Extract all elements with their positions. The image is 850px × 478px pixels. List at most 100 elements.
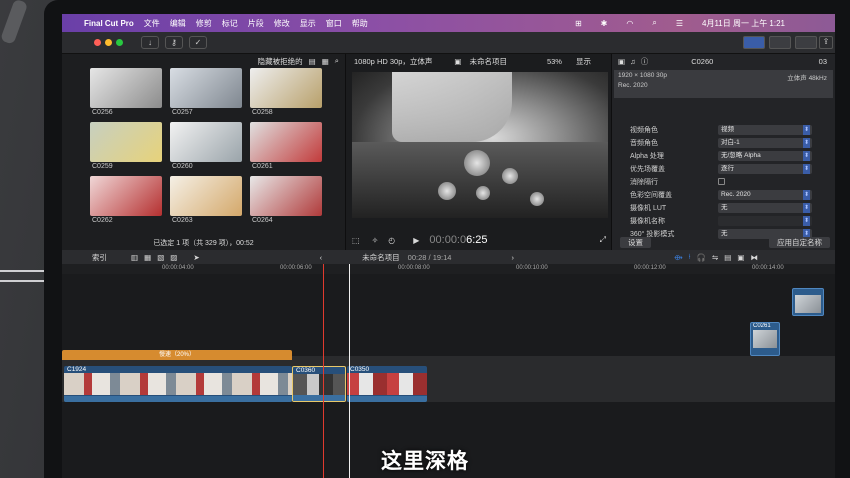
select-tool-icon[interactable]: ➤ (193, 253, 199, 262)
inspector-row-dropdown[interactable]: 对白-1 (718, 138, 812, 148)
info-icon[interactable]: ▣ (618, 57, 625, 66)
menu-view[interactable]: 显示 (300, 18, 316, 29)
browser-clip-label: C0262 (92, 217, 113, 224)
grid-icon[interactable]: ▦ (322, 57, 329, 66)
connected-clip-far[interactable] (792, 288, 824, 316)
play-icon[interactable]: ▶ (413, 236, 419, 245)
share-button[interactable]: ⇪ (819, 36, 833, 49)
transitions-browser-icon[interactable]: ⧓ (750, 253, 758, 262)
bluetooth-icon[interactable]: ✱ (601, 19, 608, 28)
keywords-button[interactable]: ⚷ (165, 36, 183, 49)
timeline-toggle[interactable] (769, 36, 791, 49)
viewer-panel: 1080p HD 30p，立体声 ▣ 未命名项目 53% 显示 ⬚ ✧ ◴ ▶ … (345, 54, 611, 250)
inspector-row: 优先场覆盖 逐行 (612, 163, 835, 175)
audio-icon[interactable]: ♫ (630, 57, 636, 66)
inspector-row: 摄像机 LUT 无 (612, 202, 835, 214)
enhance-tool-icon[interactable]: ✧ (372, 236, 379, 245)
timeline-clip[interactable]: C0350 (347, 366, 427, 402)
menu-trim[interactable]: 修剪 (196, 18, 212, 29)
edit-overwrite-icon[interactable]: ▦ (144, 253, 151, 262)
close-window-icon[interactable] (94, 39, 101, 46)
snapping-icon[interactable]: ⇋ (712, 253, 718, 262)
inspector-row-dropdown[interactable]: Rec. 2020 (718, 190, 812, 200)
timeline-clip-selected[interactable]: C0360 (292, 366, 346, 402)
clip-appearance-icon[interactable]: ▥ (131, 253, 138, 262)
menu-edit[interactable]: 编辑 (170, 18, 186, 29)
timeline-position: 00:28 / 19:14 (407, 252, 452, 262)
browser-clip-thumbnail[interactable] (170, 122, 242, 162)
video-subtitle: 这里深格 (381, 450, 469, 473)
inspector-row-dropdown[interactable]: 视频 (718, 125, 812, 135)
browser-clip-thumbnail[interactable] (170, 176, 242, 216)
settings-button[interactable]: 设置 (620, 236, 651, 248)
ruler-tick-label: 00:00:06:00 (280, 265, 312, 271)
transform-tool-icon[interactable]: ⬚ (352, 236, 360, 245)
browser-clip-thumbnail[interactable] (250, 176, 322, 216)
fullscreen-icon[interactable]: ⤢ (600, 235, 606, 245)
timeline-back-icon[interactable]: ‹ (320, 253, 323, 262)
workspace-toggles (743, 36, 817, 49)
timeline-forward-icon[interactable]: › (511, 253, 514, 262)
wifi-icon[interactable]: ◠ (626, 19, 633, 28)
background-tasks-button[interactable]: ✓ (189, 36, 207, 49)
clip-name: C0261 (753, 323, 771, 329)
browser-clip-thumbnail[interactable] (250, 68, 322, 108)
skimming-icon[interactable]: ⟴ (674, 253, 683, 262)
browser-clip-thumbnail[interactable] (90, 68, 162, 108)
zoom-dropdown[interactable]: 53% (547, 57, 562, 66)
browser-toggle[interactable] (743, 36, 765, 49)
clip-filter-dropdown[interactable]: 隐藏被拒绝的 (258, 56, 303, 67)
search-icon[interactable]: ⌕ (652, 18, 656, 28)
clip-appearance-menu-icon[interactable]: ▤ (724, 253, 731, 262)
info-tab-icon[interactable]: ⓘ (641, 56, 649, 67)
minimize-window-icon[interactable] (105, 39, 112, 46)
menu-help[interactable]: 帮助 (352, 18, 368, 29)
edit-insert-icon[interactable]: ▨ (170, 253, 177, 262)
index-button[interactable]: 索引 (92, 252, 107, 263)
timeline-ruler[interactable]: 00:00:04:00 00:00:06:00 00:00:08:00 00:00:1… (62, 264, 835, 274)
menu-clip[interactable]: 片段 (248, 18, 264, 29)
inspector-row-dropdown[interactable]: 逐行 (718, 164, 812, 174)
filmstrip-icon[interactable]: ▤ (309, 57, 316, 66)
inspector-row-dropdown[interactable]: 无/忽略 Alpha (718, 151, 812, 161)
menu-modify[interactable]: 修改 (274, 18, 290, 29)
browser-clip-thumbnail[interactable] (90, 122, 162, 162)
inspector-row-label: 消除隔行 (630, 179, 658, 186)
menu-window[interactable]: 窗口 (326, 18, 342, 29)
browser-clip-label: C0258 (252, 109, 273, 116)
menu-file[interactable]: 文件 (144, 18, 160, 29)
ruler-tick-label: 00:00:14:00 (752, 265, 784, 271)
browser-clip-thumbnail[interactable] (250, 122, 322, 162)
timeline-header: 索引 ▥ ▦ ▧ ▨ ➤ ‹ 未命名项目 00:28 / 19:14 › ⟴ ⍿… (62, 250, 835, 264)
connected-clip[interactable]: C0261 (750, 322, 780, 356)
input-icon[interactable]: ⊞ (575, 19, 582, 28)
apply-custom-name-button[interactable]: 应用自定名称 (769, 236, 830, 248)
inspector-row-field[interactable] (718, 216, 812, 226)
inspector-row-dropdown[interactable]: 无 (718, 203, 812, 213)
speed-tool-icon[interactable]: ◴ (388, 236, 395, 245)
inspector-row: 摄像机名称 (612, 215, 835, 227)
timeline-clip[interactable]: C1924 (64, 366, 292, 402)
import-button[interactable]: ↓ (141, 36, 159, 49)
deinterlace-checkbox[interactable] (718, 178, 725, 185)
zoom-window-icon[interactable] (116, 39, 123, 46)
effects-browser-icon[interactable]: ▣ (737, 253, 744, 262)
inspector-row-label: 摄像机 LUT (630, 205, 667, 212)
browser-clip-thumbnail[interactable] (90, 176, 162, 216)
menu-mark[interactable]: 标记 (222, 18, 238, 29)
edit-append-icon[interactable]: ▧ (157, 253, 164, 262)
inspector-toggle[interactable] (795, 36, 817, 49)
menu-clock[interactable]: 4月11日 周一 上午 1:21 (702, 18, 785, 29)
display-dropdown[interactable]: 显示 (576, 56, 591, 67)
retime-bar[interactable]: 慢速（20%） (62, 350, 292, 360)
solo-icon[interactable]: 🎧 (697, 253, 706, 262)
audio-skimming-icon[interactable]: ⍿ (689, 252, 691, 262)
control-center-icon[interactable]: ☰ (676, 19, 683, 28)
browser-clip-thumbnail[interactable] (170, 68, 242, 108)
menu-app-name[interactable]: Final Cut Pro (84, 19, 134, 28)
video-frame (352, 72, 608, 218)
browser-clip-label: C0264 (252, 217, 273, 224)
inspector-clip-id: C0260 (691, 56, 714, 66)
search-icon[interactable]: ⌕ (335, 56, 339, 66)
inspector-colorspace: Rec. 2020 (618, 82, 648, 89)
